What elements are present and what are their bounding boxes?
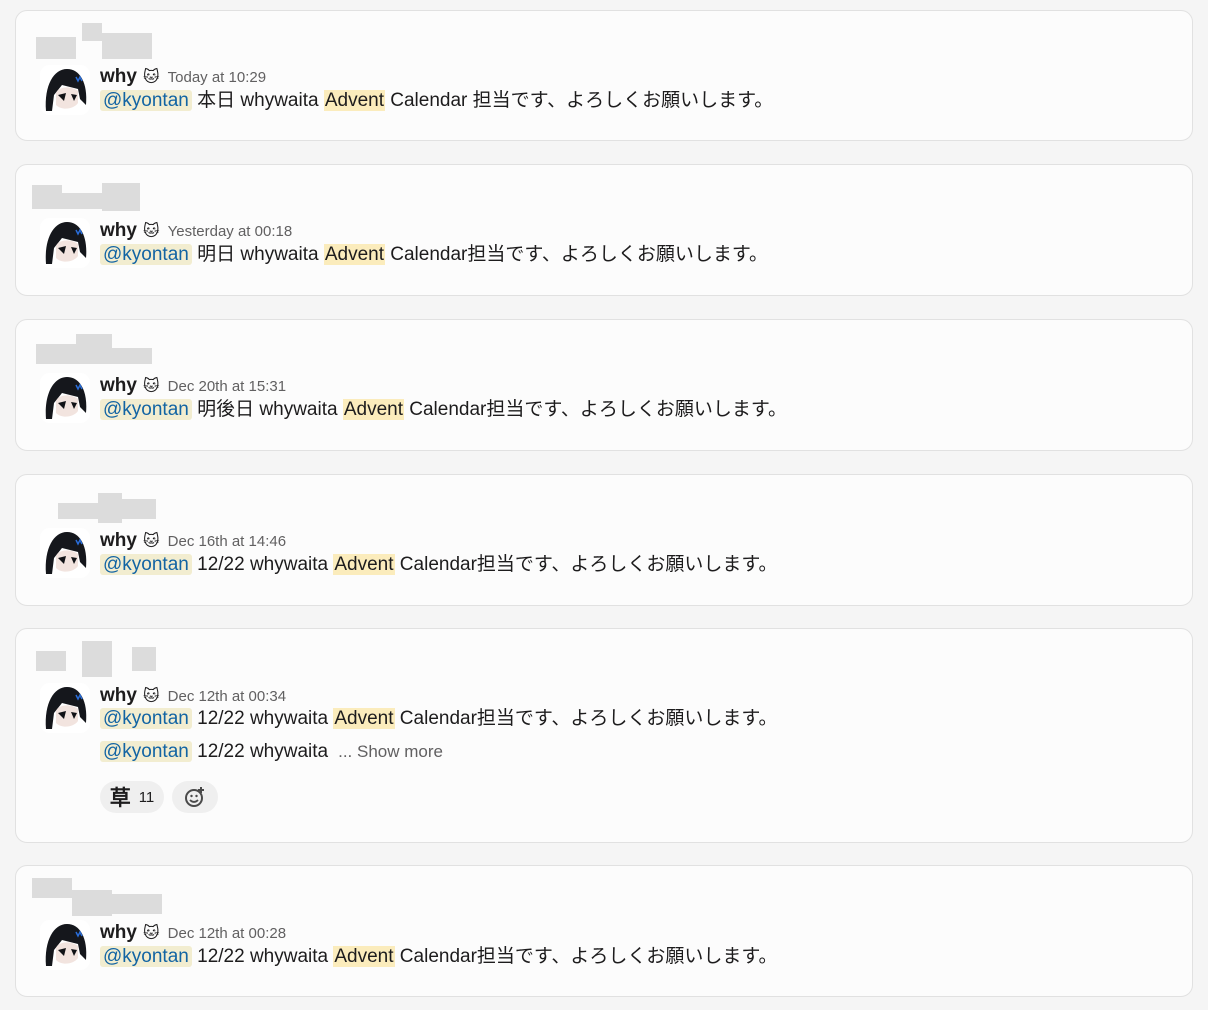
user-avatar[interactable] bbox=[40, 920, 90, 970]
search-results-list: why 🐱 Today at 10:29 @kyontan 本日 whywait… bbox=[0, 0, 1208, 1010]
message-text-segment: Calendar 担当です、よろしくお願いします。 bbox=[384, 90, 774, 111]
message-text: @kyontan 本日 whywaita Advent Calendar 担当で… bbox=[100, 88, 773, 114]
message-timestamp[interactable]: Dec 12th at 00:28 bbox=[168, 925, 286, 942]
channel-name-redacted bbox=[32, 637, 156, 677]
message-timestamp[interactable]: Dec 20th at 15:31 bbox=[168, 378, 286, 395]
cat-emoji-icon: 🐱 bbox=[142, 533, 160, 550]
add-reaction-button[interactable] bbox=[172, 781, 218, 813]
channel-name-redacted bbox=[32, 19, 152, 59]
message-header: why 🐱 Today at 10:29 bbox=[100, 66, 266, 88]
search-highlight: Advent bbox=[342, 399, 404, 420]
reaction-count: 11 bbox=[138, 788, 155, 806]
message-header: why 🐱 Dec 16th at 14:46 bbox=[100, 530, 286, 552]
search-highlight: Advent bbox=[333, 708, 395, 729]
channel-name-redacted bbox=[32, 328, 152, 368]
channel-name-redacted bbox=[32, 173, 152, 213]
message-text: @kyontan 12/22 whywaita Advent Calendar担… bbox=[100, 706, 778, 732]
user-avatar[interactable] bbox=[40, 65, 90, 115]
cat-emoji-icon: 🐱 bbox=[142, 925, 160, 942]
message-result-card[interactable]: why 🐱 Dec 20th at 15:31 @kyontan 明後日 why… bbox=[15, 319, 1193, 451]
message-text-segment: Calendar担当です、よろしくお願いします。 bbox=[394, 708, 778, 729]
message-result-card[interactable]: why 🐱 Today at 10:29 @kyontan 本日 whywait… bbox=[15, 10, 1193, 141]
user-mention[interactable]: @kyontan bbox=[100, 741, 192, 762]
show-more-link[interactable]: ... Show more bbox=[338, 742, 443, 761]
search-highlight: Advent bbox=[323, 90, 385, 111]
message-text-segment: 12/22 whywaita bbox=[191, 708, 334, 729]
message-text-segment: Calendar担当です、よろしくお願いします。 bbox=[403, 399, 787, 420]
author-name[interactable]: why bbox=[100, 685, 137, 707]
cat-emoji-icon: 🐱 bbox=[142, 688, 160, 705]
message-timestamp[interactable]: Today at 10:29 bbox=[168, 69, 266, 86]
message-header: why 🐱 Dec 20th at 15:31 bbox=[100, 375, 286, 397]
message-text-segment: 12/22 whywaita bbox=[191, 741, 329, 762]
message-timestamp[interactable]: Dec 16th at 14:46 bbox=[168, 533, 286, 550]
user-mention[interactable]: @kyontan bbox=[100, 946, 192, 967]
message-text: @kyontan 明日 whywaita Advent Calendar担当です… bbox=[100, 242, 768, 268]
author-name[interactable]: why bbox=[100, 66, 137, 88]
author-name[interactable]: why bbox=[100, 922, 137, 944]
user-avatar[interactable] bbox=[40, 528, 90, 578]
user-mention[interactable]: @kyontan bbox=[100, 90, 192, 111]
user-mention[interactable]: @kyontan bbox=[100, 708, 192, 729]
message-text-segment: 12/22 whywaita bbox=[191, 554, 334, 575]
cat-emoji-icon: 🐱 bbox=[142, 223, 160, 240]
message-text-segment: Calendar担当です、よろしくお願いします。 bbox=[394, 554, 778, 575]
search-highlight: Advent bbox=[333, 554, 395, 575]
message-text-segment: 本日 whywaita bbox=[191, 90, 324, 111]
message-result-card[interactable]: why 🐱 Dec 12th at 00:34 @kyontan 12/22 w… bbox=[15, 628, 1193, 843]
message-text-segment: Calendar担当です、よろしくお願いします。 bbox=[384, 244, 768, 265]
message-result-card[interactable]: why 🐱 Dec 16th at 14:46 @kyontan 12/22 w… bbox=[15, 474, 1193, 606]
reaction-pill[interactable]: 草 11 bbox=[100, 781, 164, 813]
channel-name-redacted bbox=[32, 874, 162, 916]
author-name[interactable]: why bbox=[100, 220, 137, 242]
user-mention[interactable]: @kyontan bbox=[100, 554, 192, 575]
message-text-segment: Calendar担当です、よろしくお願いします。 bbox=[394, 946, 778, 967]
message-text: @kyontan 明後日 whywaita Advent Calendar担当で… bbox=[100, 397, 787, 423]
search-highlight: Advent bbox=[333, 946, 395, 967]
user-avatar[interactable] bbox=[40, 218, 90, 268]
message-text-segment: 明後日 whywaita bbox=[191, 399, 343, 420]
message-result-card[interactable]: why 🐱 Dec 12th at 00:28 @kyontan 12/22 w… bbox=[15, 865, 1193, 997]
message-timestamp[interactable]: Yesterday at 00:18 bbox=[168, 223, 293, 240]
message-text-preview: @kyontan 12/22 whywaita ... Show more bbox=[100, 739, 443, 765]
cat-emoji-icon: 🐱 bbox=[142, 69, 160, 86]
reaction-emoji: 草 bbox=[109, 787, 131, 810]
user-avatar[interactable] bbox=[40, 683, 90, 733]
channel-name-redacted bbox=[32, 483, 156, 523]
message-header: why 🐱 Dec 12th at 00:34 bbox=[100, 685, 286, 707]
message-text: @kyontan 12/22 whywaita Advent Calendar担… bbox=[100, 944, 778, 970]
author-name[interactable]: why bbox=[100, 375, 137, 397]
author-name[interactable]: why bbox=[100, 530, 137, 552]
message-text-segment: 12/22 whywaita bbox=[191, 946, 334, 967]
message-timestamp[interactable]: Dec 12th at 00:34 bbox=[168, 688, 286, 705]
message-header: why 🐱 Yesterday at 00:18 bbox=[100, 220, 292, 242]
cat-emoji-icon: 🐱 bbox=[142, 378, 160, 395]
message-text: @kyontan 12/22 whywaita Advent Calendar担… bbox=[100, 552, 778, 578]
user-avatar[interactable] bbox=[40, 373, 90, 423]
message-text-segment: 明日 whywaita bbox=[191, 244, 324, 265]
add-reaction-icon bbox=[185, 787, 204, 807]
user-mention[interactable]: @kyontan bbox=[100, 399, 192, 420]
message-result-card[interactable]: why 🐱 Yesterday at 00:18 @kyontan 明日 why… bbox=[15, 164, 1193, 296]
user-mention[interactable]: @kyontan bbox=[100, 244, 192, 265]
search-highlight: Advent bbox=[323, 244, 385, 265]
message-header: why 🐱 Dec 12th at 00:28 bbox=[100, 922, 286, 944]
